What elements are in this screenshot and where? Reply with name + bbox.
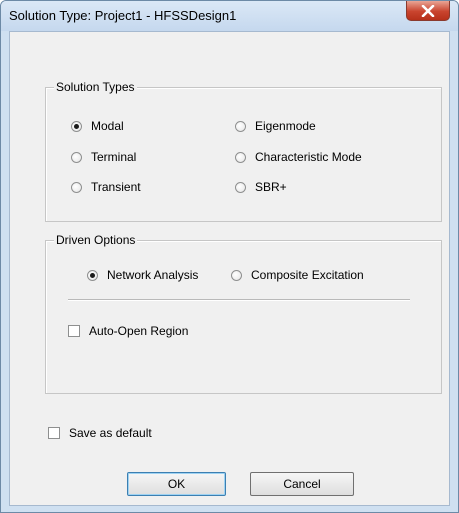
radio-label: Terminal: [91, 150, 137, 164]
dialog-title: Solution Type: Project1 - HFSSDesign1: [9, 8, 237, 23]
radio-button[interactable]: [231, 269, 242, 281]
driven-options-group: Driven Options Network Analysis Composit…: [45, 233, 442, 394]
checkbox-label: Auto-Open Region: [89, 324, 189, 338]
radio-button[interactable]: [235, 151, 246, 163]
checkbox-label: Save as default: [69, 426, 152, 440]
radio-label: Modal: [91, 119, 124, 133]
radio-label: Network Analysis: [107, 268, 199, 282]
radio-sbr-plus[interactable]: SBR+: [235, 180, 287, 194]
close-button[interactable]: [406, 1, 450, 21]
radio-network-analysis[interactable]: Network Analysis: [87, 268, 198, 282]
close-icon: [421, 4, 435, 17]
radio-button[interactable]: [71, 151, 82, 163]
solution-type-dialog: Solution Type: Project1 - HFSSDesign1 So…: [0, 0, 459, 513]
radio-button[interactable]: [71, 181, 82, 193]
save-as-default-checkbox[interactable]: Save as default: [48, 426, 152, 440]
radio-terminal[interactable]: Terminal: [71, 150, 136, 164]
auto-open-region-checkbox[interactable]: Auto-Open Region: [68, 324, 188, 338]
title-bar[interactable]: Solution Type: Project1 - HFSSDesign1: [1, 1, 458, 31]
solution-types-group: Solution Types Modal Terminal Transient …: [45, 80, 442, 222]
radio-button[interactable]: [87, 269, 98, 281]
radio-transient[interactable]: Transient: [71, 180, 141, 194]
checkbox[interactable]: [48, 427, 60, 439]
radio-modal[interactable]: Modal: [71, 119, 124, 133]
cancel-button[interactable]: Cancel: [250, 472, 354, 496]
radio-button[interactable]: [235, 120, 246, 132]
solution-types-label: Solution Types: [54, 80, 137, 94]
radio-label: Transient: [91, 180, 141, 194]
radio-composite-excitation[interactable]: Composite Excitation: [231, 268, 364, 282]
radio-label: Eigenmode: [255, 119, 316, 133]
dialog-body: Solution Types Modal Terminal Transient …: [9, 31, 450, 506]
checkbox[interactable]: [68, 325, 80, 337]
radio-label: SBR+: [255, 180, 287, 194]
radio-label: Composite Excitation: [251, 268, 364, 282]
radio-label: Characteristic Mode: [255, 150, 362, 164]
radio-eigenmode[interactable]: Eigenmode: [235, 119, 316, 133]
radio-button[interactable]: [235, 181, 246, 193]
driven-options-label: Driven Options: [54, 233, 138, 247]
separator: [68, 299, 410, 301]
radio-button[interactable]: [71, 120, 82, 132]
radio-characteristic-mode[interactable]: Characteristic Mode: [235, 150, 362, 164]
ok-button[interactable]: OK: [127, 472, 226, 496]
